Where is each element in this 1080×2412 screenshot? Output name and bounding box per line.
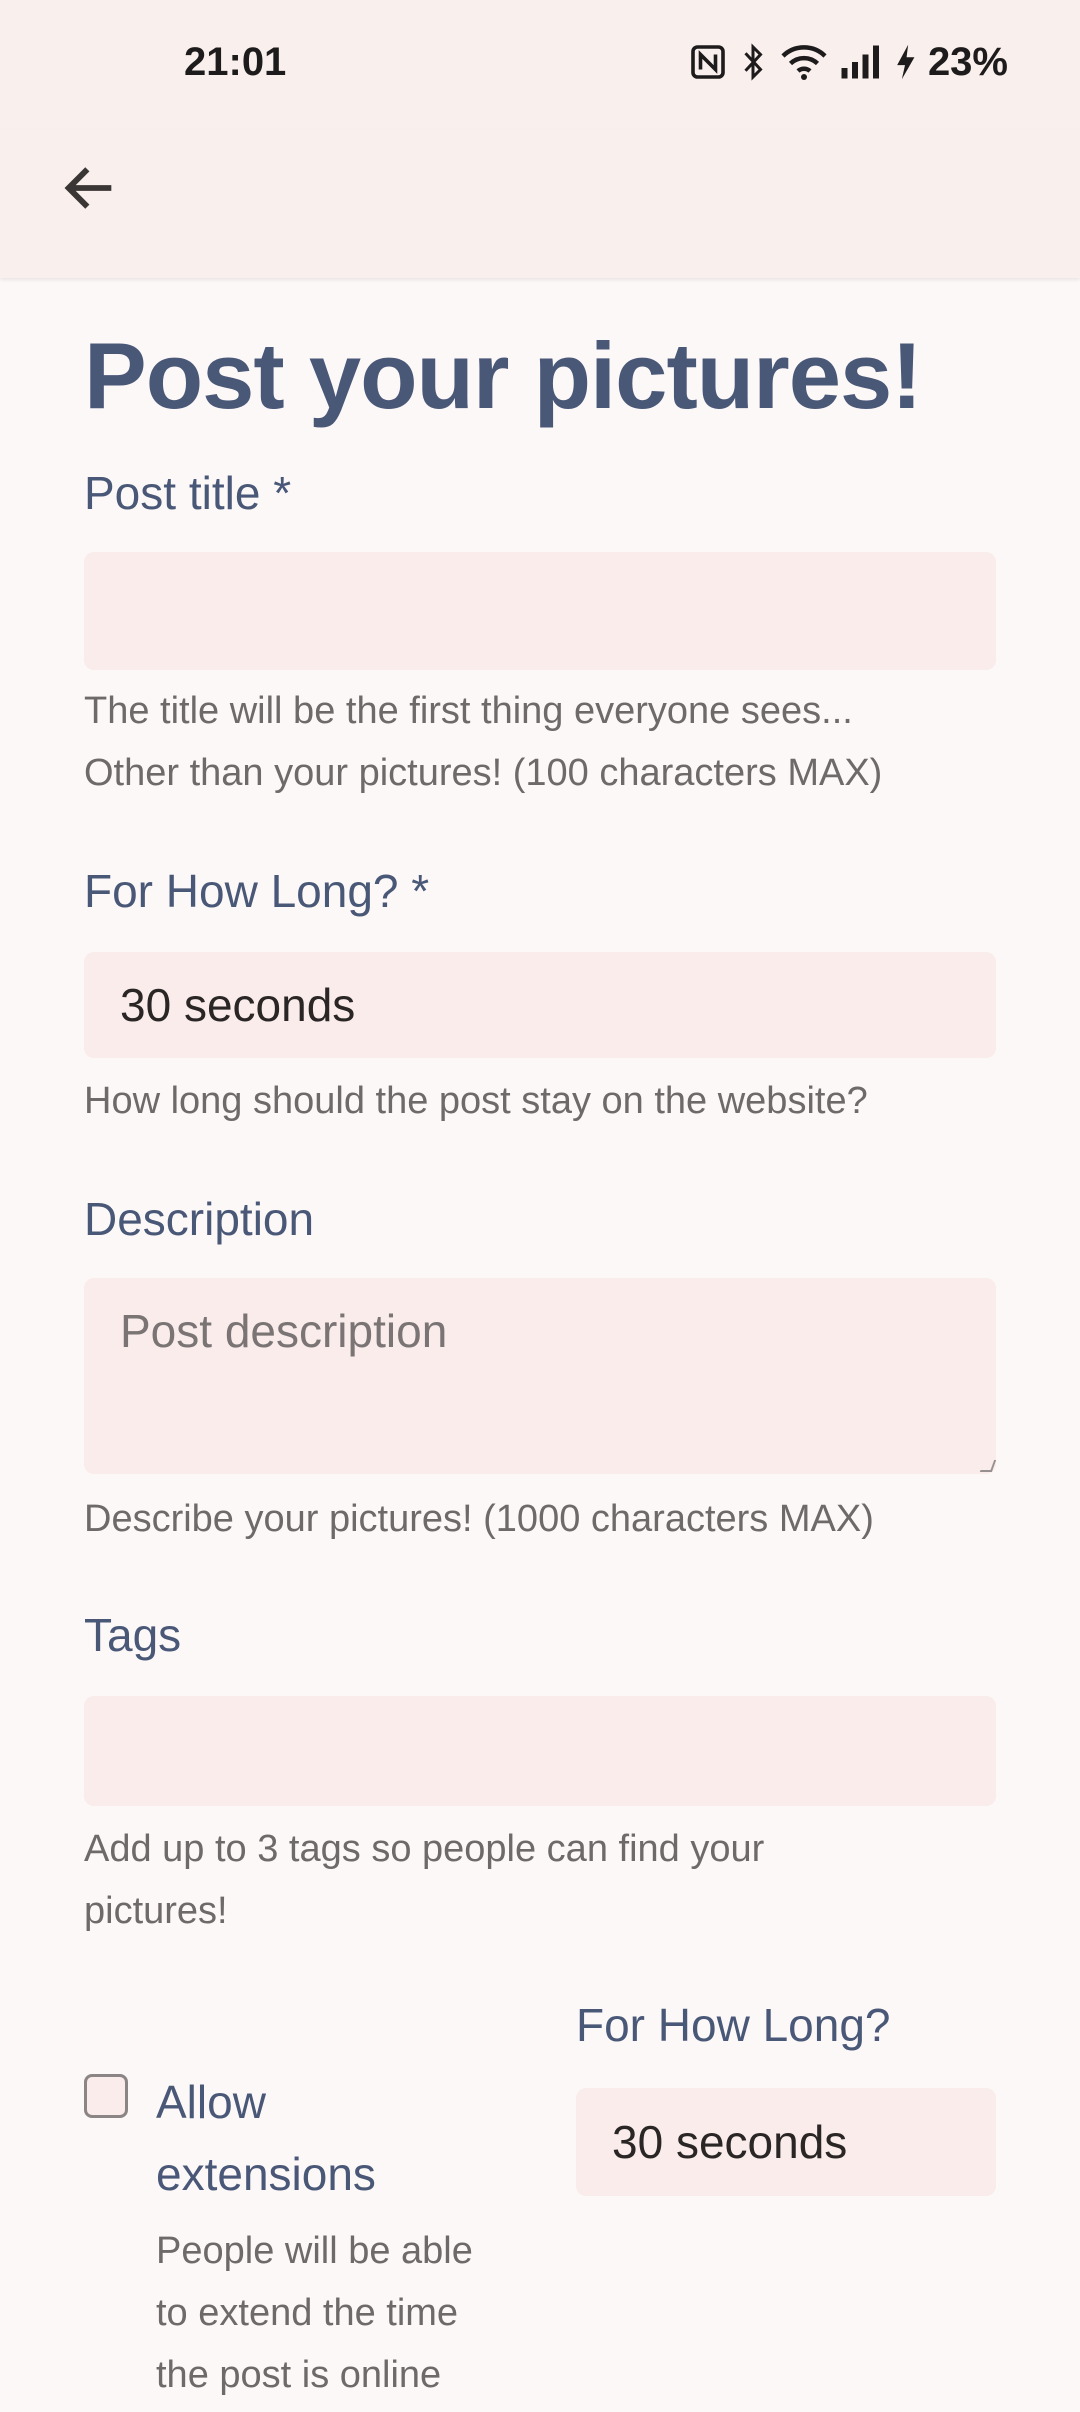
app-bar (0, 130, 1080, 278)
post-title-label: Post title * (84, 467, 292, 519)
post-title-help-line2: Other than your pictures! (100 character… (84, 752, 883, 794)
description-placeholder: Post description (120, 1305, 448, 1357)
page-title: Post your pictures! (84, 323, 923, 428)
extension-duration-label: For How Long? (576, 1999, 891, 2051)
status-time: 21:01 (184, 40, 287, 84)
post-title-help: The title will be the first thing everyo… (84, 680, 882, 804)
arrow-left-icon[interactable] (58, 156, 122, 220)
description-textarea[interactable]: Post description (84, 1278, 997, 1474)
resize-handle-icon[interactable] (979, 1460, 997, 1472)
extension-duration-select[interactable]: 30 seconds (576, 2088, 996, 2196)
back-button[interactable] (40, 138, 140, 238)
duration-label: For How Long? * (84, 865, 430, 917)
wifi-icon (780, 42, 828, 82)
tags-help: Add up to 3 tags so people can find your… (84, 1818, 764, 1942)
post-title-help-line1: The title will be the first thing everyo… (84, 690, 853, 732)
post-title-input[interactable] (84, 552, 996, 670)
description-help: Describe your pictures! (1000 characters… (84, 1498, 874, 1540)
tags-input[interactable] (84, 1696, 996, 1806)
signal-icon (840, 44, 882, 80)
allow-extensions-help-line2: to extend the time (156, 2292, 459, 2334)
allow-extensions-checkbox[interactable] (84, 2074, 128, 2118)
bluetooth-icon (738, 42, 768, 82)
allow-extensions-help-line1: People will be able (156, 2230, 473, 2272)
tags-help-line2: pictures! (84, 1890, 228, 1932)
allow-extensions-help-line3: the post is online (156, 2354, 442, 2396)
status-icons: 23% (690, 38, 1008, 86)
duration-help: How long should the post stay on the web… (84, 1080, 868, 1122)
charging-icon (894, 43, 916, 81)
nfc-icon (690, 44, 726, 80)
description-label: Description (84, 1193, 315, 1245)
duration-select[interactable]: 30 seconds (84, 952, 996, 1058)
tags-label: Tags (84, 1609, 182, 1661)
allow-extensions-label[interactable]: Allow extensions (156, 2066, 376, 2210)
allow-extensions-label-line2: extensions (156, 2148, 376, 2200)
status-bar: 21:01 23% (0, 0, 1080, 130)
tags-help-line1: Add up to 3 tags so people can find your (84, 1828, 765, 1870)
allow-extensions-label-line1: Allow (156, 2076, 266, 2128)
allow-extensions-help: People will be able to extend the time t… (156, 2220, 473, 2406)
battery-percentage: 23% (927, 39, 1008, 84)
